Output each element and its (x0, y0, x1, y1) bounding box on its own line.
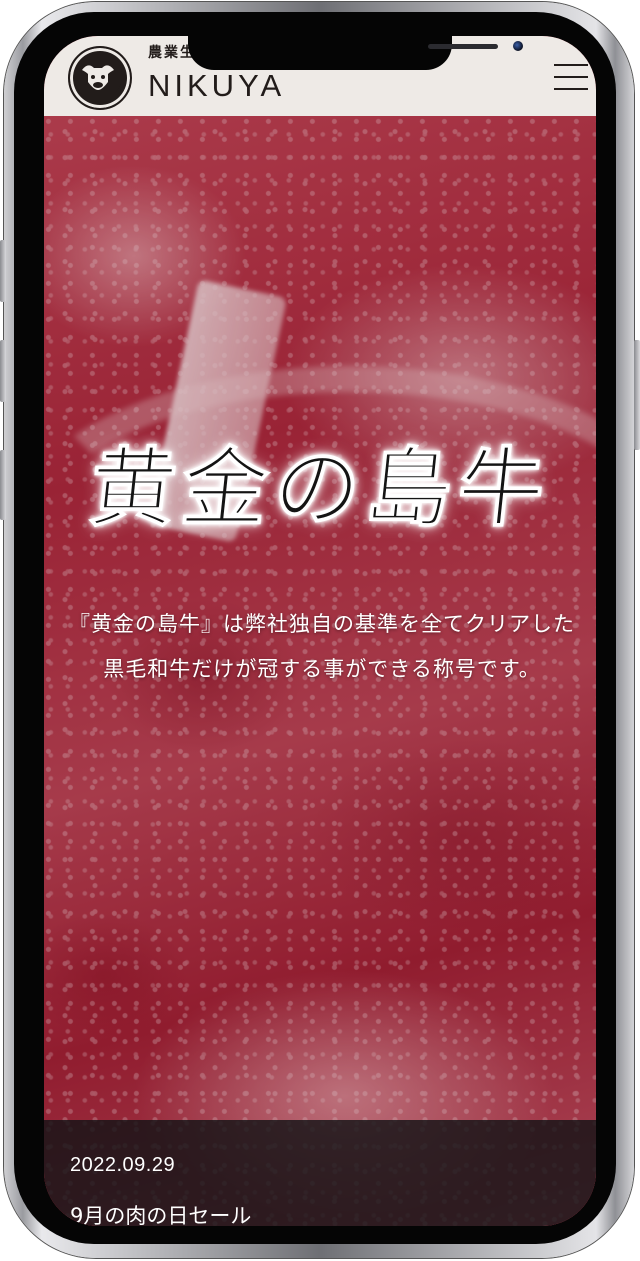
phone-side-button (0, 240, 6, 302)
hamburger-icon (554, 88, 588, 90)
camera-icon (513, 41, 523, 51)
news-title[interactable]: 9月の肉の日セール (70, 1200, 251, 1226)
logo-bull-icon[interactable] (68, 46, 132, 110)
phone-side-button (0, 450, 6, 520)
hero-description: 『黄金の島牛』は弊社独自の基準を全てクリアした黒毛和牛だけが冠する事ができる称号… (69, 612, 575, 681)
phone-side-button (0, 340, 6, 402)
hero-title: 黄金の島牛 (84, 438, 556, 540)
speaker-grille (428, 44, 498, 49)
bull-icon (74, 52, 122, 100)
phone-side-button (634, 340, 640, 450)
hamburger-icon (554, 64, 588, 66)
logo-wordmark[interactable]: NIKUYA (148, 70, 285, 101)
hamburger-icon (554, 76, 588, 78)
phone-mockup: 黄金の島牛 『黄金の島牛』は弊社独自の基準を全てクリアした黒毛和牛だけが冠する事… (0, 0, 640, 1261)
news-date: 2022.09.29 (70, 1154, 176, 1176)
phone-notch (188, 36, 523, 70)
news-ticker[interactable]: 2022.09.29 9月の肉の日セール (44, 1120, 596, 1226)
screen: 黄金の島牛 『黄金の島牛』は弊社独自の基準を全てクリアした黒毛和牛だけが冠する事… (44, 36, 596, 1226)
menu-button[interactable] (554, 64, 588, 90)
